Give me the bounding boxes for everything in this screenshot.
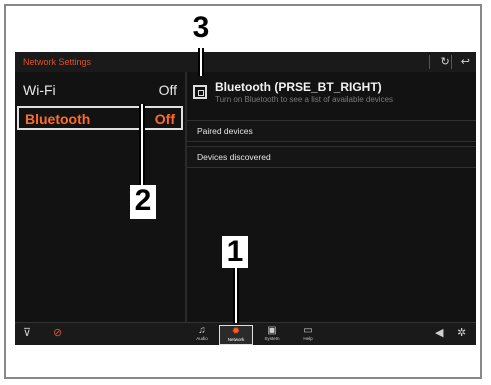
callout-line-3 [198,48,204,76]
callout-number-1: 1 [222,236,248,268]
help-icon: ▭ [303,325,313,336]
system-icon: ▣ [267,325,277,336]
refresh-icon[interactable]: ↻ [441,56,450,68]
tab-label: Help [303,336,313,341]
settings-gear-icon[interactable]: ✲ [457,326,466,339]
page-title: Network Settings [23,57,92,67]
checkbox-icon [198,90,204,96]
callout-number-2: 2 [130,185,156,219]
wifi-signal-icon: ⊽ [23,327,32,339]
back-icon[interactable]: ↩ [461,56,470,68]
tab-label: Network [227,337,245,342]
wifi-label: Wi-Fi [23,82,56,98]
callout-line-1 [233,268,239,323]
title-divider [429,55,430,69]
tab-audio[interactable]: ♫ Audio [185,325,219,345]
device-screen: Network Settings ↻ ↩ Wi-Fi Off Bluetooth… [15,52,476,345]
paired-devices-section[interactable]: Paired devices [187,120,476,142]
wifi-status: Off [158,82,177,98]
bluetooth-row[interactable]: Bluetooth Off [17,106,183,130]
bluetooth-toggle-checkbox[interactable] [193,85,207,99]
callout-number-3: 3 [188,12,214,48]
settings-list: Wi-Fi Off Bluetooth Off [15,72,185,322]
tab-network[interactable]: ✹ Network [219,325,253,345]
volume-icon[interactable]: ◀ [435,326,443,339]
tab-system[interactable]: ▣ System [255,325,289,345]
callout-line-2 [139,104,145,186]
section-label: Paired devices [197,126,253,136]
discovered-devices-section[interactable]: Devices discovered [187,146,476,168]
title-bar: Network Settings ↻ ↩ [15,52,476,73]
bluetooth-off-icon: ⊘ [53,327,63,339]
wifi-row[interactable]: Wi-Fi Off [15,78,185,102]
bluetooth-details: Bluetooth (PRSE_BT_RIGHT) Turn on Blueto… [187,72,476,322]
title-actions: ↻ ↩ [433,55,471,68]
section-label: Devices discovered [197,152,271,162]
tab-label: System [264,336,280,341]
bottom-nav-bar: ⊽ ⊘ ♫ Audio ✹ Network ▣ System ▭ Help ◀ … [15,322,476,345]
bluetooth-description: Turn on Bluetooth to see a list of avail… [215,95,394,104]
tab-label: Audio [196,336,208,341]
tab-help[interactable]: ▭ Help [291,325,325,345]
music-icon: ♫ [198,325,206,336]
bluetooth-status: Off [154,111,175,127]
bluetooth-device-name: Bluetooth (PRSE_BT_RIGHT) [215,80,382,94]
bluetooth-label: Bluetooth [25,111,91,127]
network-icon: ✹ [231,326,241,337]
